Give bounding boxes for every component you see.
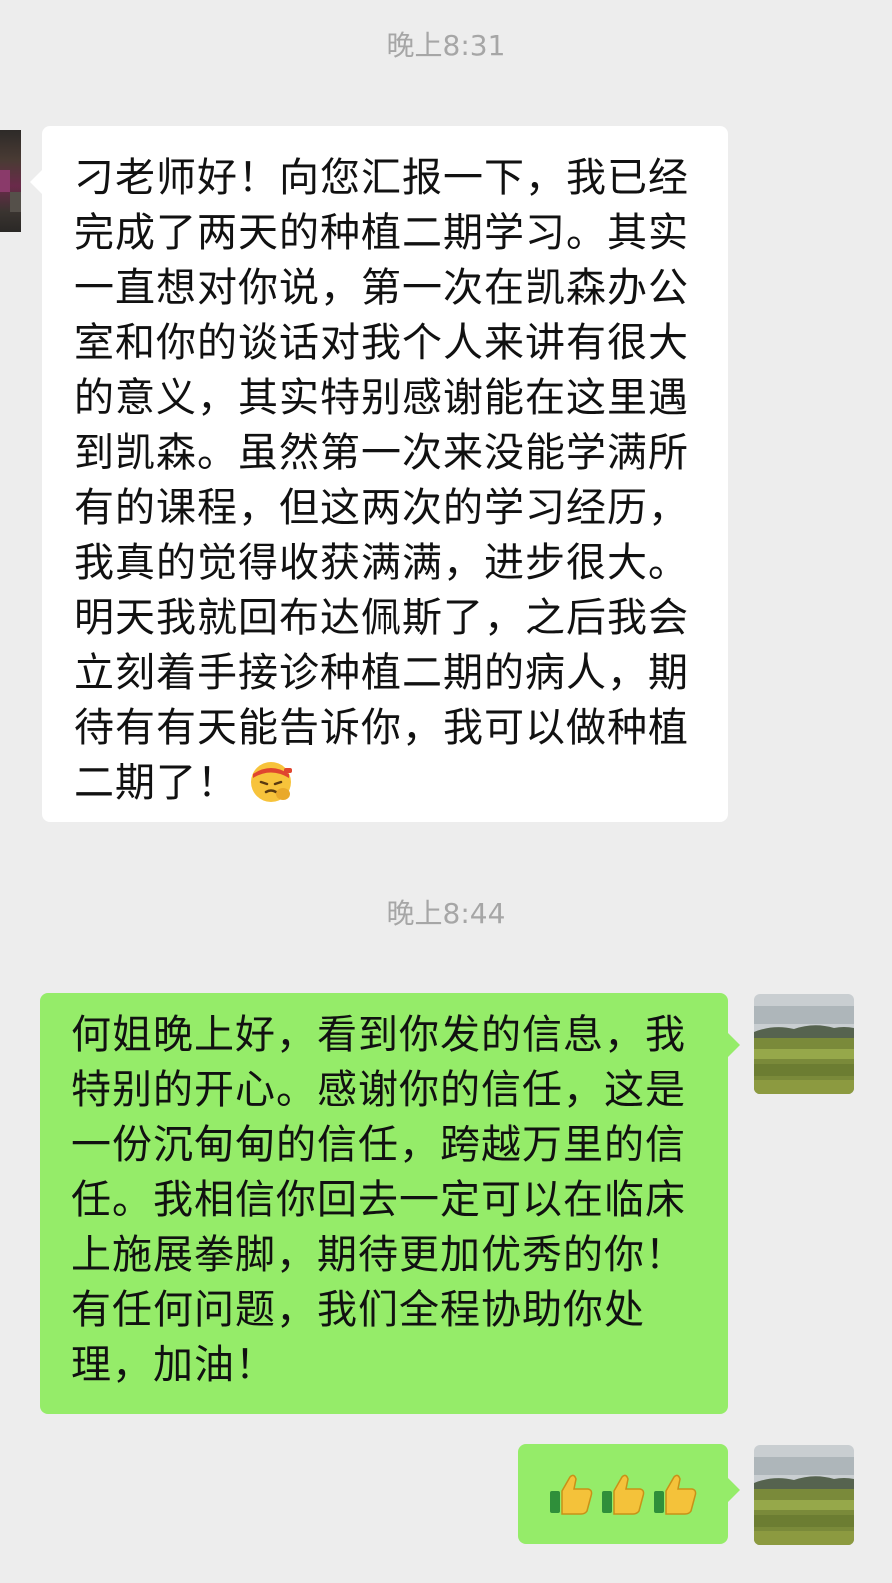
thumbs-up-icon (602, 1474, 645, 1515)
sender-avatar[interactable] (0, 130, 21, 232)
saluting-face-emoji-icon (251, 762, 292, 802)
landscape-avatar-icon (754, 994, 854, 1094)
user-avatar[interactable] (754, 994, 854, 1094)
thumbs-up-icon (550, 1474, 593, 1515)
outgoing-message-bubble[interactable]: 何姐晚上好，看到你发的信息，我特别的开心。感谢你的信任，这是一份沉甸甸的信任，跨… (40, 993, 740, 1414)
timestamp: 晚上8:31 (386, 29, 506, 62)
message-text: 刁老师好！向您汇报一下，我已经完成了两天的种植二期学习。其实一直想对你说，第一次… (74, 155, 689, 806)
user-avatar[interactable] (754, 1445, 854, 1545)
message-text: 何姐晚上好，看到你发的信息，我特别的开心。感谢你的信任，这是一份沉甸甸的信任，跨… (71, 1012, 686, 1388)
incoming-message-bubble[interactable]: 刁老师好！向您汇报一下，我已经完成了两天的种植二期学习。其实一直想对你说，第一次… (30, 126, 728, 822)
landscape-avatar-icon (754, 1445, 854, 1545)
outgoing-emoji-bubble[interactable] (518, 1444, 740, 1544)
timestamp: 晚上8:44 (386, 897, 506, 930)
thumbs-up-icon (654, 1474, 697, 1515)
